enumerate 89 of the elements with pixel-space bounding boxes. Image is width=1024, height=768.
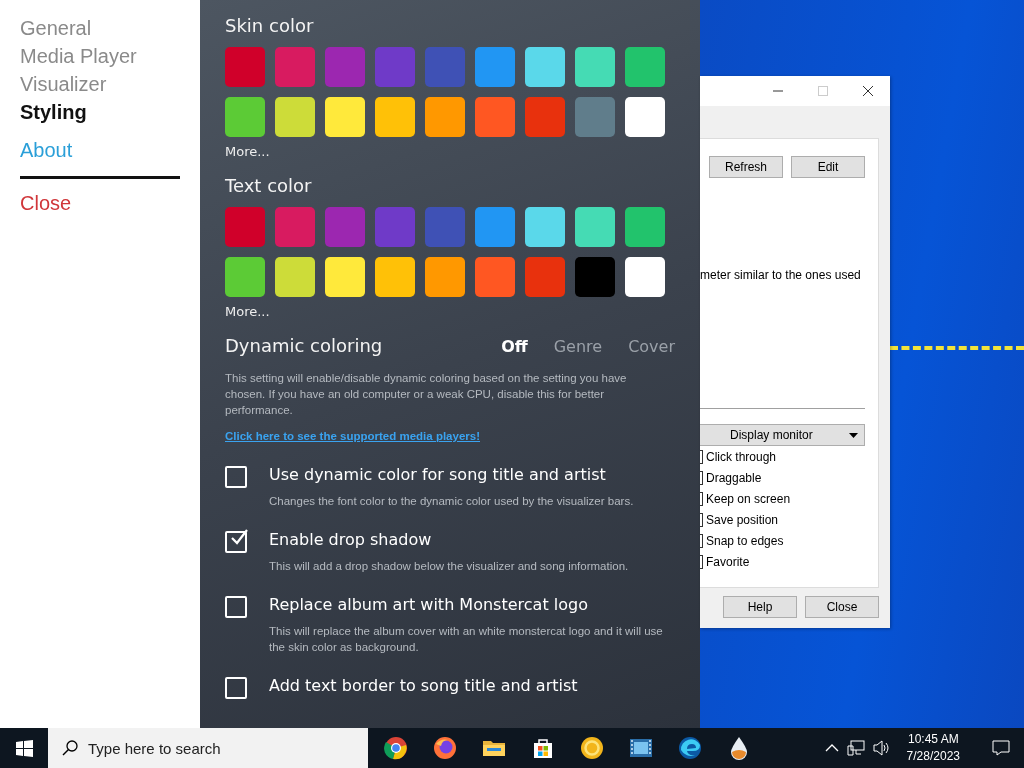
checkbox-label: Draggable bbox=[706, 470, 762, 485]
checkbox[interactable] bbox=[700, 533, 703, 548]
checkbox[interactable] bbox=[700, 512, 703, 527]
option-description: Changes the font color to the dynamic color used by the visualizer bars. bbox=[269, 494, 634, 509]
mode-option[interactable]: Off bbox=[501, 336, 528, 356]
color-swatch[interactable] bbox=[275, 97, 315, 137]
checkbox-label: Keep on screen bbox=[706, 491, 791, 506]
color-swatch[interactable] bbox=[225, 47, 265, 87]
color-swatch[interactable] bbox=[275, 207, 315, 247]
dialog-button[interactable]: Close bbox=[805, 596, 879, 618]
checkbox[interactable] bbox=[700, 449, 703, 464]
color-swatch[interactable] bbox=[525, 257, 565, 297]
color-swatch[interactable] bbox=[275, 257, 315, 297]
caret-icon bbox=[849, 432, 858, 438]
search-field[interactable]: Type here to search bbox=[48, 728, 368, 768]
color-swatch[interactable] bbox=[225, 97, 265, 137]
maximize-icon bbox=[817, 85, 829, 97]
checkbox[interactable] bbox=[700, 554, 703, 569]
checkbox-label: Click through bbox=[706, 449, 777, 464]
checkbox-label: Favorite bbox=[706, 554, 750, 569]
checkbox-label: Save position bbox=[706, 512, 779, 527]
mode-option[interactable]: Genre bbox=[553, 336, 603, 356]
option-description: This will replace the album cover with an white monstercat logo and it will use the skin color as background. bbox=[269, 624, 664, 655]
section-title: Dynamic coloring bbox=[225, 334, 383, 358]
section-title: Skin color bbox=[225, 14, 315, 38]
color-swatch[interactable] bbox=[625, 97, 665, 137]
color-swatch[interactable] bbox=[325, 207, 365, 247]
option-label: Add text border to song title and artist bbox=[269, 675, 578, 697]
windows-logo-icon bbox=[15, 739, 33, 757]
search-icon bbox=[62, 740, 78, 756]
option-label: Replace album art with Monstercat logo bbox=[269, 594, 589, 616]
color-swatch[interactable] bbox=[575, 257, 615, 297]
close-icon bbox=[862, 85, 874, 97]
volume-icon bbox=[872, 740, 891, 756]
section-title: Text color bbox=[225, 174, 313, 198]
color-swatch[interactable] bbox=[225, 257, 265, 297]
sidebar-item[interactable]: Visualizer bbox=[20, 70, 200, 98]
description-text: This setting will enable/disable dynamic coloring based on the setting you have chosen. If you have an old computer or a weak CPU, disable this for better performance. bbox=[225, 371, 628, 418]
clock[interactable]: 10:45 AM 7/28/2023 bbox=[898, 731, 968, 765]
network-icon bbox=[846, 740, 865, 756]
notification-icon bbox=[992, 740, 1010, 756]
dialog-button[interactable]: Refresh bbox=[709, 156, 783, 178]
mode-option[interactable]: Cover bbox=[628, 336, 675, 356]
sidebar-item[interactable]: Styling bbox=[20, 98, 200, 126]
sidebar-item[interactable]: General bbox=[20, 14, 200, 42]
color-swatch[interactable] bbox=[325, 47, 365, 87]
color-swatch[interactable] bbox=[575, 97, 615, 137]
color-swatch[interactable] bbox=[525, 207, 565, 247]
color-swatch[interactable] bbox=[425, 47, 465, 87]
dialog-button[interactable]: Edit bbox=[791, 156, 865, 178]
color-swatch[interactable] bbox=[525, 47, 565, 87]
checkbox-label: Snap to edges bbox=[706, 533, 784, 548]
color-swatch[interactable] bbox=[475, 47, 515, 87]
dialog-button[interactable]: Help bbox=[723, 596, 797, 618]
players-link[interactable]: Click here to see the supported media players! bbox=[225, 430, 480, 442]
color-swatch[interactable] bbox=[475, 207, 515, 247]
color-swatch[interactable] bbox=[325, 257, 365, 297]
time-text: 10:45 AM bbox=[906, 731, 960, 748]
color-swatch[interactable] bbox=[625, 207, 665, 247]
color-swatch[interactable] bbox=[375, 207, 415, 247]
checkbox[interactable] bbox=[700, 491, 703, 506]
color-swatch[interactable] bbox=[475, 97, 515, 137]
dropdown-value: Display monitor bbox=[730, 428, 813, 442]
date-text: 7/28/2023 bbox=[906, 748, 960, 765]
color-swatch[interactable] bbox=[325, 97, 365, 137]
option-description: This will add a drop shadow below the visualizer and song information. bbox=[269, 559, 629, 574]
color-swatch[interactable] bbox=[425, 207, 465, 247]
color-swatch[interactable] bbox=[575, 47, 615, 87]
color-swatch[interactable] bbox=[225, 207, 265, 247]
checkbox[interactable] bbox=[700, 470, 703, 485]
close-link[interactable]: Close bbox=[20, 189, 200, 217]
color-swatch[interactable] bbox=[275, 47, 315, 87]
color-swatch[interactable] bbox=[525, 97, 565, 137]
chevron-up-icon bbox=[824, 744, 839, 752]
color-swatch[interactable] bbox=[425, 257, 465, 297]
color-swatch[interactable] bbox=[375, 257, 415, 297]
dropdown[interactable]: Display monitor bbox=[700, 424, 865, 446]
more-link[interactable]: More... bbox=[225, 143, 675, 161]
option-label: Use dynamic color for song title and artist bbox=[269, 464, 607, 486]
option-label: Enable drop shadow bbox=[269, 529, 433, 551]
more-link[interactable]: More... bbox=[225, 303, 675, 321]
color-swatch[interactable] bbox=[375, 97, 415, 137]
color-swatch[interactable] bbox=[375, 47, 415, 87]
color-swatch[interactable] bbox=[625, 257, 665, 297]
color-swatch[interactable] bbox=[475, 257, 515, 297]
description-text: meter similar to the ones used bbox=[700, 268, 862, 282]
color-swatch[interactable] bbox=[575, 207, 615, 247]
color-swatch[interactable] bbox=[425, 97, 465, 137]
color-swatch[interactable] bbox=[625, 47, 665, 87]
